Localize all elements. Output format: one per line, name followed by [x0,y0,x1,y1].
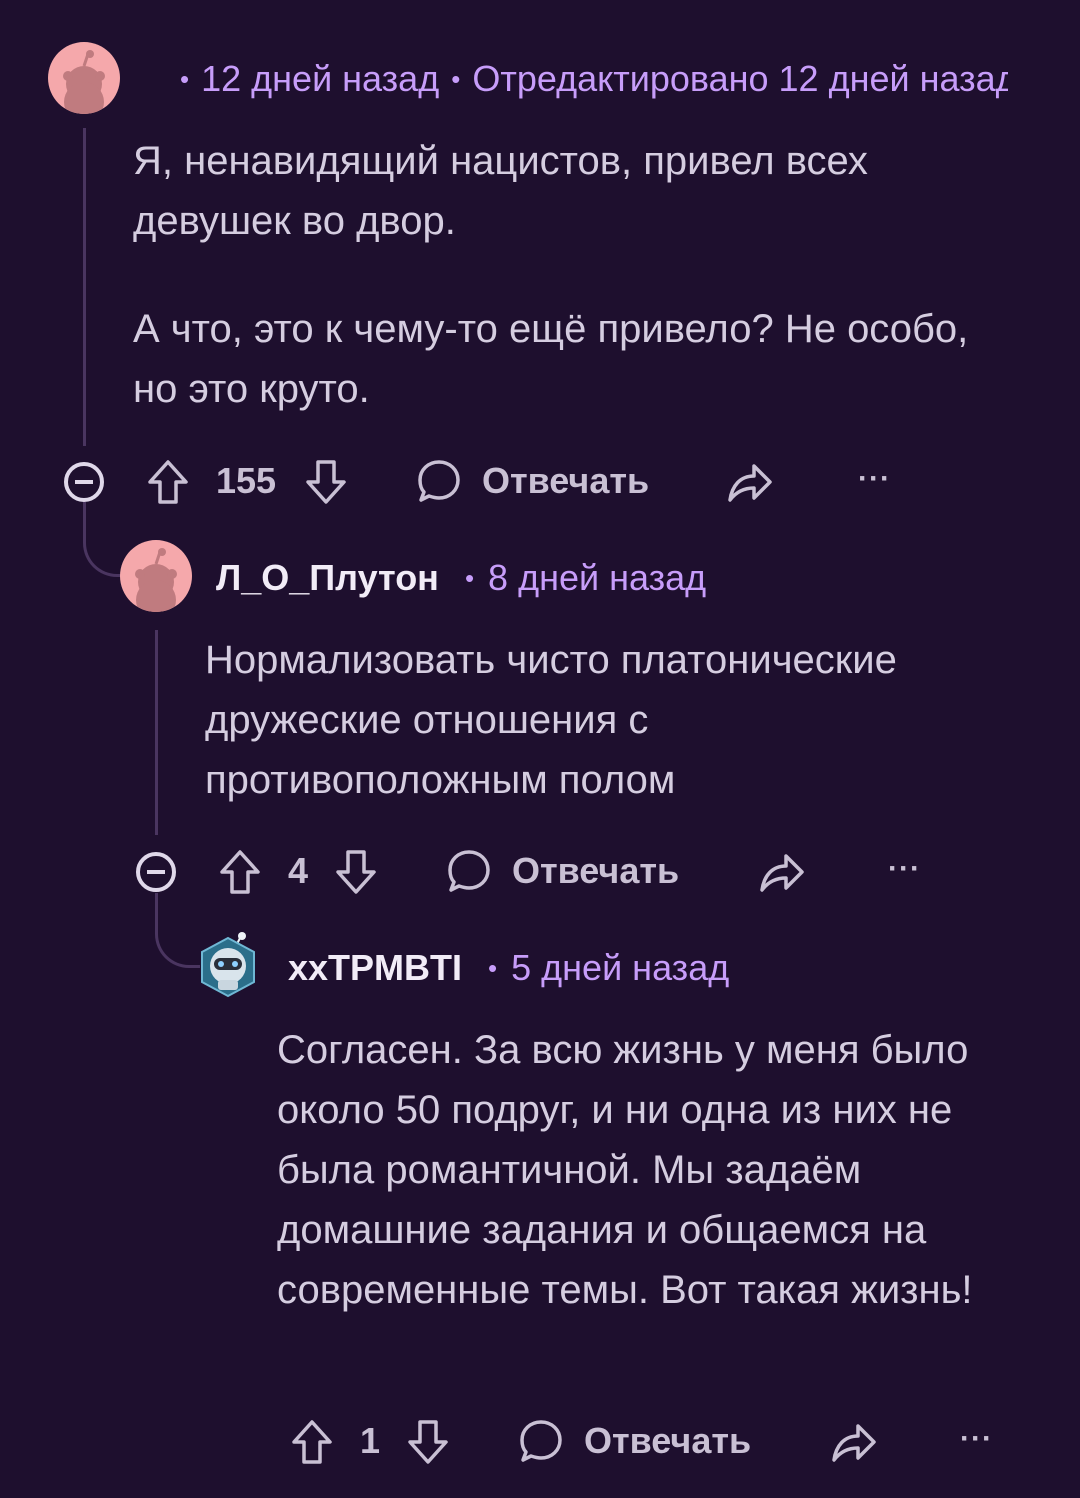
comment-body: Я, ненавидящий нацистов, привел всех дев… [133,131,1033,419]
avatar[interactable] [120,540,192,612]
username[interactable]: xxTPMBTI [288,947,462,989]
collapse-minus-icon [64,462,104,502]
username[interactable]: Л_О_Плутон [216,557,439,599]
comment-body: Нормализовать чисто платонические дружес… [205,630,985,810]
share-arrow-icon [832,1424,876,1462]
comment-edited: Отредактировано 12 дней назад [472,58,1008,99]
comment-meta: Л_О_Плутон • 8 дней назад [216,557,707,599]
reply-label: Отвечать [584,1420,752,1461]
share-button[interactable] [758,850,806,894]
comment-actions: 1 Отвечать ··· [0,1410,1080,1470]
more-options-button[interactable]: ··· [858,462,891,496]
comment-meta: • 12 дней назад • Отредактировано 12 дне… [168,58,1008,100]
arrow-down-icon [336,850,376,894]
upvote-button[interactable] [218,848,262,896]
share-button[interactable] [830,1420,878,1464]
arrow-up-icon [220,850,260,894]
more-horizontal-icon: ··· [960,1422,993,1455]
share-button[interactable] [726,460,774,504]
comment-meta: xxTPMBTI • 5 дней назад [288,947,730,989]
reply-label: Отвечать [512,850,680,891]
more-options-button[interactable]: ··· [888,852,921,886]
reply-button[interactable]: Отвечать [446,848,679,894]
comment-time[interactable]: 5 дней назад [511,947,729,989]
comment-paragraph: Согласен. За всю жизнь у меня было около… [277,1028,973,1312]
comment-paragraph: А что, это к чему-то ещё привело? Не осо… [133,307,969,411]
vote-count: 155 [216,460,277,501]
comment-time[interactable]: 8 дней назад [488,557,706,599]
reply-button[interactable]: Отвечать [518,1418,751,1464]
comment-actions: 155 Отвечать ··· [0,450,1080,510]
upvote-button[interactable] [290,1418,334,1466]
comment-time[interactable]: 12 дней назад [201,58,439,100]
speech-bubble-icon [418,460,460,502]
comment-paragraph: Нормализовать чисто платонические дружес… [205,638,897,802]
vote-count: 1 [360,1420,381,1461]
downvote-button[interactable] [406,1418,450,1466]
more-options-button[interactable]: ··· [960,1422,993,1456]
downvote-button[interactable] [334,848,378,896]
comment-paragraph: Я, ненавидящий нацистов, привел всех дев… [133,139,868,243]
collapse-minus-icon [136,852,176,892]
collapse-button[interactable] [134,850,178,894]
share-arrow-icon [760,854,804,892]
share-arrow-icon [728,464,772,502]
speech-bubble-icon [520,1420,562,1462]
arrow-down-icon [306,460,346,504]
comment-body: Согласен. За всю жизнь у меня было около… [277,1020,1037,1320]
avatar[interactable] [48,42,120,114]
speech-bubble-icon [448,850,490,892]
reply-button[interactable]: Отвечать [416,458,649,504]
avatar[interactable] [196,932,260,1000]
arrow-up-icon [292,1420,332,1464]
more-horizontal-icon: ··· [858,462,891,495]
thread-line[interactable] [83,128,86,446]
thread-elbow [155,920,200,968]
comment-actions: 4 Отвечать ··· [0,840,1080,900]
reply-label: Отвечать [482,460,650,501]
thread-line[interactable] [155,630,158,835]
upvote-button[interactable] [146,458,190,506]
collapse-button[interactable] [62,460,106,504]
arrow-down-icon [408,1420,448,1464]
more-horizontal-icon: ··· [888,852,921,885]
downvote-button[interactable] [304,458,348,506]
arrow-up-icon [148,460,188,504]
vote-count: 4 [288,850,309,891]
